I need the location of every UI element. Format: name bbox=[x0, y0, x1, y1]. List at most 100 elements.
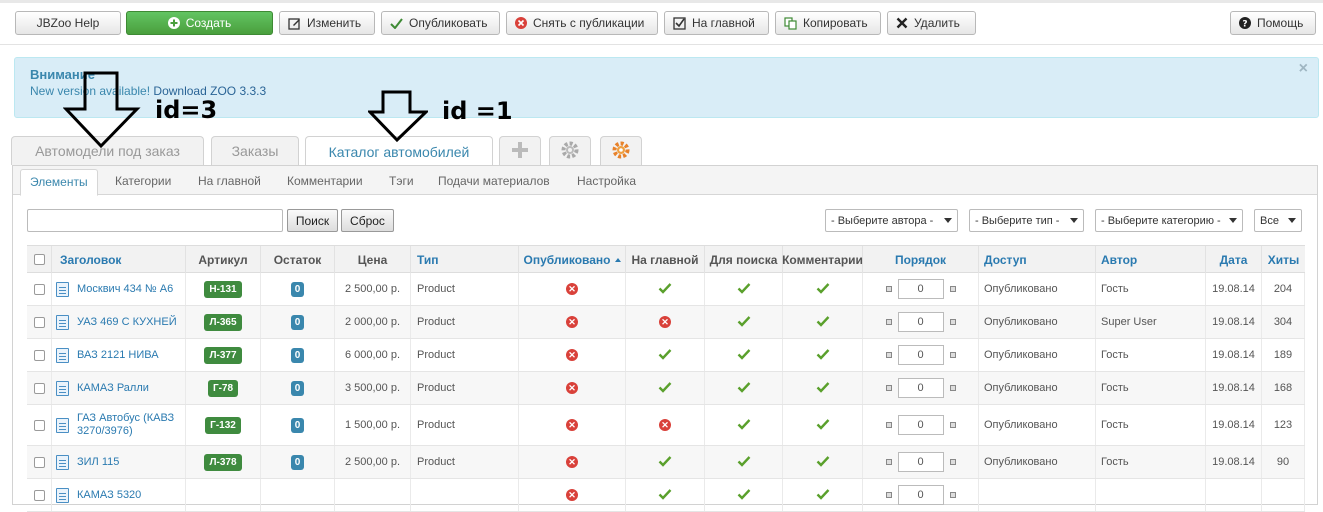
order-up-icon[interactable] bbox=[885, 492, 892, 498]
unpublished-x-icon[interactable]: ✕ bbox=[566, 419, 578, 431]
item-title-link[interactable]: Москвич 434 № А6 bbox=[77, 283, 173, 296]
order-down-icon[interactable] bbox=[949, 352, 956, 358]
order-up-icon[interactable] bbox=[885, 422, 892, 428]
order-down-icon[interactable] bbox=[949, 459, 956, 465]
item-title-link[interactable]: ВАЗ 2121 НИВА bbox=[77, 349, 159, 362]
col-author[interactable]: Автор bbox=[1096, 246, 1206, 273]
search-input[interactable] bbox=[27, 209, 283, 232]
row-checkbox[interactable] bbox=[33, 283, 45, 295]
order-input[interactable]: 0 bbox=[897, 452, 944, 472]
comments-check-icon[interactable] bbox=[816, 418, 830, 433]
col-date[interactable]: Дата bbox=[1206, 246, 1262, 273]
order-input[interactable]: 0 bbox=[897, 345, 944, 365]
create-button[interactable]: Создать bbox=[126, 11, 273, 35]
col-title[interactable]: Заголовок bbox=[52, 246, 186, 273]
info-button[interactable]: ? Помощь bbox=[1230, 11, 1316, 35]
order-up-icon[interactable] bbox=[885, 286, 892, 292]
searchable-check-icon[interactable] bbox=[737, 381, 751, 396]
frontpage-check-icon[interactable] bbox=[658, 488, 672, 503]
frontpage-check-icon[interactable] bbox=[658, 381, 672, 396]
frontpage-button[interactable]: На главной bbox=[664, 11, 769, 35]
unpublished-x-icon[interactable]: ✕ bbox=[566, 349, 578, 361]
select-all-checkbox[interactable] bbox=[33, 254, 45, 265]
frontpage-check-icon[interactable] bbox=[658, 348, 672, 363]
row-checkbox[interactable] bbox=[33, 316, 45, 328]
order-down-icon[interactable] bbox=[949, 492, 956, 498]
comments-check-icon[interactable] bbox=[816, 455, 830, 470]
row-checkbox[interactable] bbox=[33, 456, 45, 468]
delete-button[interactable]: Удалить bbox=[887, 11, 976, 35]
tab-comments[interactable]: Комментарии bbox=[287, 174, 363, 188]
edit-button[interactable]: Изменить bbox=[279, 11, 375, 35]
order-input[interactable]: 0 bbox=[897, 279, 944, 299]
searchable-check-icon[interactable] bbox=[737, 282, 751, 297]
tab-frontpage[interactable]: На главной bbox=[198, 174, 261, 188]
help-button[interactable]: JBZoo Help bbox=[15, 11, 121, 35]
frontpage-check-icon[interactable] bbox=[658, 282, 672, 297]
col-access[interactable]: Доступ bbox=[979, 246, 1096, 273]
searchable-check-icon[interactable] bbox=[737, 455, 751, 470]
order-input[interactable]: 0 bbox=[897, 415, 944, 435]
copy-button[interactable]: Копировать bbox=[775, 11, 881, 35]
item-title-link[interactable]: КАМАЗ 5320 bbox=[77, 489, 141, 502]
col-published[interactable]: Опубликовано bbox=[519, 246, 626, 273]
order-up-icon[interactable] bbox=[885, 352, 892, 358]
frontpage-x-icon[interactable]: ✕ bbox=[659, 316, 671, 328]
order-input[interactable]: 0 bbox=[897, 485, 944, 505]
unpublished-x-icon[interactable]: ✕ bbox=[566, 456, 578, 468]
unpublished-x-icon[interactable]: ✕ bbox=[566, 489, 578, 501]
unpublish-button[interactable]: Снять с публикации bbox=[506, 11, 658, 35]
comments-check-icon[interactable] bbox=[816, 348, 830, 363]
author-select[interactable]: - Выберите автора - bbox=[825, 209, 958, 232]
col-hits[interactable]: Хиты bbox=[1262, 246, 1305, 273]
order-down-icon[interactable] bbox=[949, 286, 956, 292]
unpublished-x-icon[interactable]: ✕ bbox=[566, 316, 578, 328]
order-up-icon[interactable] bbox=[885, 319, 892, 325]
tab-tags[interactable]: Тэги bbox=[389, 174, 414, 188]
tab-items[interactable]: Элементы bbox=[20, 169, 98, 196]
item-title-link[interactable]: КАМАЗ Ралли bbox=[77, 382, 149, 395]
comments-check-icon[interactable] bbox=[816, 315, 830, 330]
order-up-icon[interactable] bbox=[885, 459, 892, 465]
add-app-tab[interactable] bbox=[499, 136, 541, 165]
limit-select[interactable]: Все bbox=[1254, 209, 1302, 232]
tab-categories[interactable]: Категории bbox=[115, 174, 171, 188]
search-button[interactable]: Поиск bbox=[287, 209, 338, 232]
order-down-icon[interactable] bbox=[949, 385, 956, 391]
comments-check-icon[interactable] bbox=[816, 282, 830, 297]
order-down-icon[interactable] bbox=[949, 319, 956, 325]
row-checkbox[interactable] bbox=[33, 349, 45, 361]
searchable-check-icon[interactable] bbox=[737, 418, 751, 433]
frontpage-check-icon[interactable] bbox=[658, 455, 672, 470]
frontpage-x-icon[interactable]: ✕ bbox=[659, 419, 671, 431]
reset-button[interactable]: Сброс bbox=[341, 209, 394, 232]
order-down-icon[interactable] bbox=[949, 422, 956, 428]
searchable-check-icon[interactable] bbox=[737, 488, 751, 503]
row-checkbox[interactable] bbox=[33, 382, 45, 394]
app-settings-tab[interactable] bbox=[549, 136, 591, 165]
alert-close-button[interactable]: × bbox=[1299, 60, 1308, 78]
searchable-check-icon[interactable] bbox=[737, 315, 751, 330]
app-install-tab[interactable] bbox=[600, 136, 642, 165]
type-select[interactable]: - Выберите тип - bbox=[969, 209, 1084, 232]
comments-check-icon[interactable] bbox=[816, 488, 830, 503]
category-select[interactable]: - Выберите категорию - bbox=[1095, 209, 1243, 232]
order-up-icon[interactable] bbox=[885, 385, 892, 391]
item-title-link[interactable]: ГАЗ Автобус (КАВЗ 3270/3976) bbox=[77, 412, 185, 438]
searchable-check-icon[interactable] bbox=[737, 348, 751, 363]
col-order[interactable]: Порядок bbox=[863, 246, 979, 273]
order-input[interactable]: 0 bbox=[897, 378, 944, 398]
unpublished-x-icon[interactable]: ✕ bbox=[566, 382, 578, 394]
unpublished-x-icon[interactable]: ✕ bbox=[566, 283, 578, 295]
row-checkbox[interactable] bbox=[33, 489, 45, 501]
publish-button[interactable]: Опубликовать bbox=[381, 11, 500, 35]
order-input[interactable]: 0 bbox=[897, 312, 944, 332]
col-type[interactable]: Тип bbox=[411, 246, 519, 273]
comments-check-icon[interactable] bbox=[816, 381, 830, 396]
item-title-link[interactable]: ЗИЛ 115 bbox=[77, 456, 119, 469]
tab-config[interactable]: Настройка bbox=[577, 174, 636, 188]
item-title-link[interactable]: УАЗ 469 С КУХНЕЙ bbox=[77, 316, 177, 329]
row-checkbox[interactable] bbox=[33, 419, 45, 431]
tab-app-orders[interactable]: Заказы bbox=[211, 136, 299, 165]
tab-submissions[interactable]: Подачи материалов bbox=[438, 174, 550, 188]
